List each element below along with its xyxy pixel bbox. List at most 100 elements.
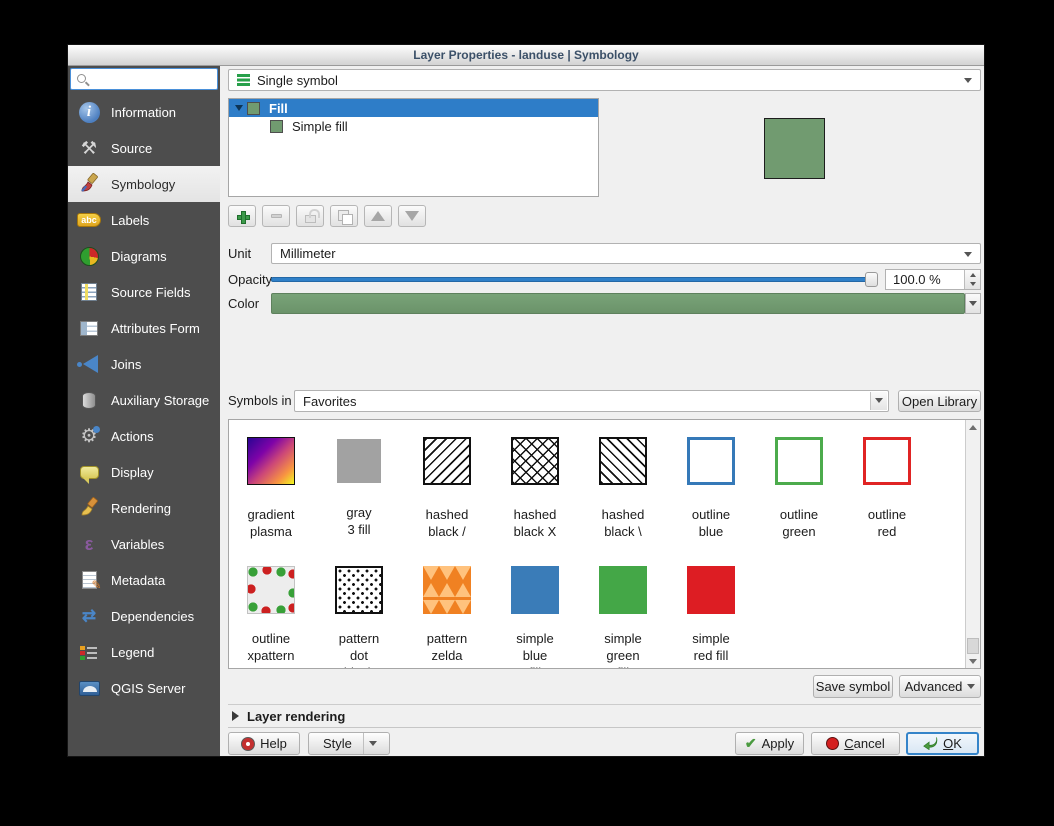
remove-symbol-layer-button[interactable] xyxy=(262,205,290,227)
symbol-hashed-black-x[interactable]: hashed black X xyxy=(491,437,579,540)
apply-button[interactable]: Apply xyxy=(735,732,804,755)
combo-arrow-button[interactable] xyxy=(870,392,887,410)
sidebar-item-labels[interactable]: Labels xyxy=(68,202,220,238)
scroll-down-button[interactable] xyxy=(966,654,980,668)
symbol-hashed-black-slash[interactable]: hashed black / xyxy=(403,437,491,540)
sidebar-item-actions[interactable]: Actions xyxy=(68,418,220,454)
sidebar-item-display[interactable]: Display xyxy=(68,454,220,490)
spin-up-button[interactable] xyxy=(965,270,980,280)
opacity-spinbox[interactable]: 100.0 % xyxy=(885,269,981,290)
layer-properties-dialog: Layer Properties - landuse | Symbology I… xyxy=(67,44,985,757)
sidebar-item-variables[interactable]: Variables xyxy=(68,526,220,562)
window-title: Layer Properties - landuse | Symbology xyxy=(68,45,984,66)
unit-value: Millimeter xyxy=(280,246,336,261)
advanced-label: Advanced xyxy=(905,679,963,694)
sidebar-item-source-fields[interactable]: Source Fields xyxy=(68,274,220,310)
renderer-combobox[interactable]: Single symbol xyxy=(228,69,981,91)
ok-arrow-icon xyxy=(923,737,938,750)
style-dropdown-button[interactable] xyxy=(363,733,382,754)
save-symbol-button[interactable]: Save symbol xyxy=(813,675,893,698)
open-library-button[interactable]: Open Library xyxy=(898,390,981,412)
scroll-up-button[interactable] xyxy=(966,420,980,434)
spin-down-button[interactable] xyxy=(965,280,980,290)
symbol-label: gradient plasma xyxy=(228,506,315,540)
color-dropdown-button[interactable] xyxy=(965,293,981,314)
hashed-x-swatch-icon xyxy=(511,437,559,485)
sidebar-search[interactable] xyxy=(70,68,218,90)
symbol-outline-red[interactable]: outline red xyxy=(843,437,931,540)
pattern-dot-swatch-icon xyxy=(335,566,383,614)
opacity-slider[interactable] xyxy=(271,269,878,290)
slider-handle[interactable] xyxy=(865,272,878,287)
opacity-value: 100.0 % xyxy=(886,270,964,289)
symbol-simple-blue-fill[interactable]: simple blue fill xyxy=(491,566,579,669)
color-button[interactable] xyxy=(271,293,965,314)
symbols-source-combobox[interactable]: Favorites xyxy=(294,390,889,412)
symbol-list-scrollbar[interactable] xyxy=(965,420,980,668)
sidebar-item-joins[interactable]: Joins xyxy=(68,346,220,382)
layer-rendering-section[interactable]: Layer rendering xyxy=(228,704,981,728)
sidebar-item-qgis-server[interactable]: QGIS Server xyxy=(68,670,220,706)
move-up-icon xyxy=(371,211,385,221)
gradient-plasma-swatch-icon xyxy=(247,437,295,485)
move-down-icon xyxy=(405,211,419,221)
cancel-button[interactable]: Cancel xyxy=(811,732,900,755)
symbol-pattern-dot-black[interactable]: pattern dot black xyxy=(315,566,403,669)
sidebar-item-auxiliary-storage[interactable]: Auxiliary Storage xyxy=(68,382,220,418)
move-up-button[interactable] xyxy=(364,205,392,227)
advanced-button[interactable]: Advanced xyxy=(899,675,981,698)
move-down-button[interactable] xyxy=(398,205,426,227)
symbol-label: outline xpattern xyxy=(228,630,315,664)
sidebar-item-metadata[interactable]: Metadata xyxy=(68,562,220,598)
symbol-gray-3-fill[interactable]: gray 3 fill xyxy=(315,437,403,538)
ok-button[interactable]: OK xyxy=(906,732,979,755)
symbol-outline-xpattern[interactable]: outline xpattern xyxy=(228,566,315,664)
symbol-preview xyxy=(764,118,825,179)
slider-track xyxy=(271,277,872,282)
cancel-label: Cancel xyxy=(844,736,884,751)
chevron-down-icon xyxy=(964,78,972,83)
lock-color-button[interactable] xyxy=(296,205,324,227)
save-symbol-label: Save symbol xyxy=(816,679,890,694)
style-button[interactable]: Style xyxy=(308,732,390,755)
expand-arrow-icon[interactable] xyxy=(235,105,243,111)
symbols-source-value: Favorites xyxy=(303,394,356,409)
source-fields-icon xyxy=(76,279,102,305)
fill-swatch-icon xyxy=(247,102,260,115)
duplicate-symbol-layer-button[interactable] xyxy=(330,205,358,227)
symbol-outline-blue[interactable]: outline blue xyxy=(667,437,755,540)
sidebar-item-label: Rendering xyxy=(111,501,171,516)
symbol-hashed-black-backslash[interactable]: hashed black \ xyxy=(579,437,667,540)
remove-icon xyxy=(271,214,282,218)
sidebar-item-source[interactable]: Source xyxy=(68,130,220,166)
tree-item-simple-fill[interactable]: Simple fill xyxy=(229,117,598,136)
sidebar-item-attributes-form[interactable]: Attributes Form xyxy=(68,310,220,346)
sidebar-item-dependencies[interactable]: Dependencies xyxy=(68,598,220,634)
sidebar-item-rendering[interactable]: Rendering xyxy=(68,490,220,526)
sidebar-item-label: Variables xyxy=(111,537,164,552)
symbol-gradient-plasma[interactable]: gradient plasma xyxy=(228,437,315,540)
sidebar-item-diagrams[interactable]: Diagrams xyxy=(68,238,220,274)
help-button[interactable]: Help xyxy=(228,732,300,755)
sidebar-item-information[interactable]: Information xyxy=(68,94,220,130)
unit-combobox[interactable]: Millimeter xyxy=(271,243,981,264)
single-symbol-icon xyxy=(237,74,250,87)
sidebar-item-legend[interactable]: Legend xyxy=(68,634,220,670)
symbol-simple-green-fill[interactable]: simple green fill xyxy=(579,566,667,669)
sidebar-item-symbology[interactable]: Symbology xyxy=(68,166,220,202)
layer-rendering-label: Layer rendering xyxy=(247,709,345,724)
symbol-label: pattern zelda xyxy=(403,630,491,664)
symbol-list: gradient plasma gray 3 fill hashed black… xyxy=(228,419,981,669)
symbol-pattern-zelda[interactable]: pattern zelda xyxy=(403,566,491,664)
spin-buttons[interactable] xyxy=(964,270,980,289)
outline-xpattern-swatch-icon xyxy=(247,566,295,614)
sidebar-item-label: Source xyxy=(111,141,152,156)
search-input[interactable] xyxy=(91,70,215,88)
symbol-simple-red-fill[interactable]: simple red fill xyxy=(667,566,755,664)
symbol-outline-green[interactable]: outline green xyxy=(755,437,843,540)
add-symbol-layer-button[interactable] xyxy=(228,205,256,227)
joins-icon xyxy=(76,351,102,377)
tree-item-fill[interactable]: Fill xyxy=(229,99,598,117)
scrollbar-thumb[interactable] xyxy=(967,638,979,654)
sidebar-nav: Information Source Symbology Labels Diag… xyxy=(68,94,220,706)
